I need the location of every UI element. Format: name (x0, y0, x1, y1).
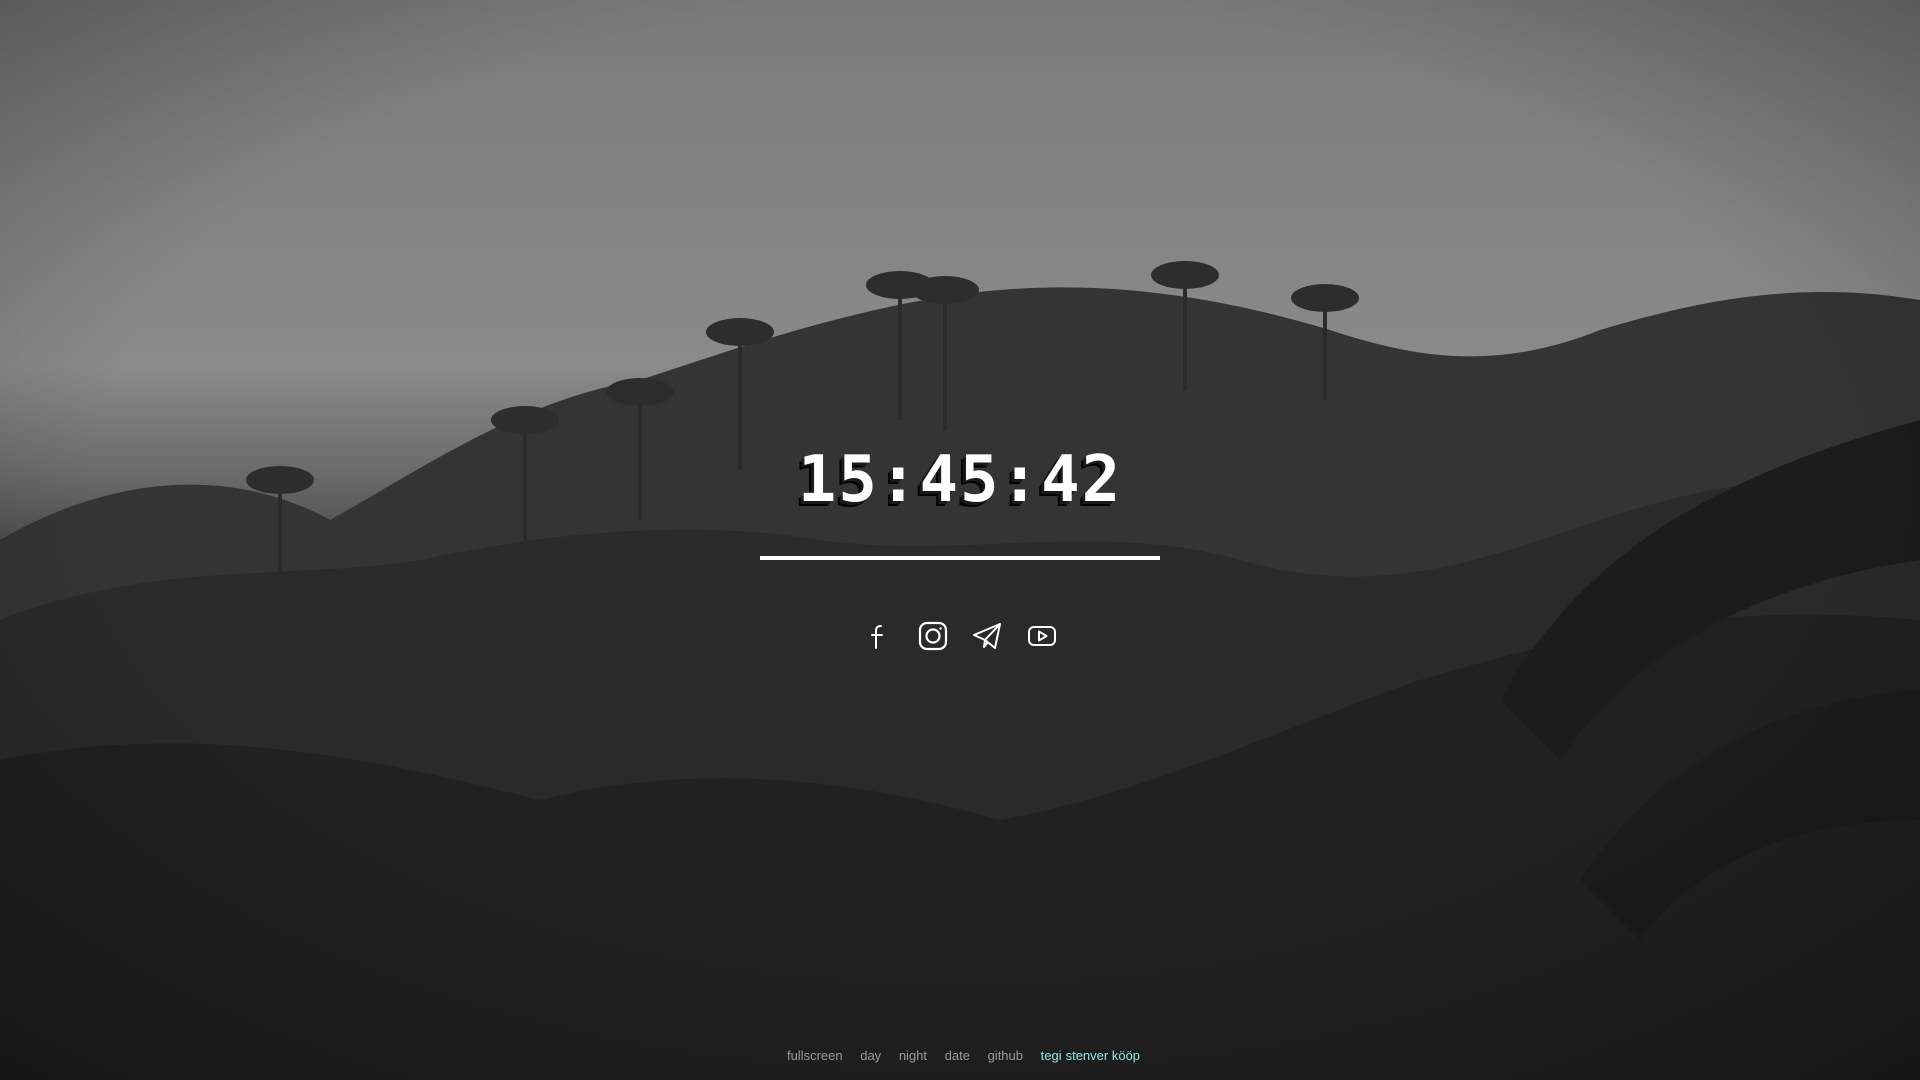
clock-container: 15:45:42 (760, 440, 1160, 520)
footer-nav: fullscreen day night date github tegi ste… (0, 1048, 1920, 1063)
youtube-icon (1027, 626, 1056, 646)
facebook-icon (871, 625, 883, 649)
facebook-link[interactable] (860, 618, 896, 654)
credit: tegi stenver kööp (1041, 1048, 1140, 1063)
clock-time: 15:45:42 (797, 443, 1123, 517)
night-link[interactable]: night (899, 1048, 927, 1063)
jungle-background-image (0, 0, 1920, 1080)
instagram-link[interactable] (915, 618, 951, 654)
telegram-link[interactable] (969, 618, 1005, 654)
credit-author-link[interactable]: stenver kööp (1066, 1048, 1140, 1063)
instagram-icon (918, 621, 947, 651)
clock-page: 15:45:42 fullscreen day night date githu… (0, 0, 1920, 1080)
youtube-link[interactable] (1024, 618, 1060, 654)
date-link[interactable]: date (945, 1048, 970, 1063)
day-link[interactable]: day (860, 1048, 881, 1063)
fullscreen-link[interactable]: fullscreen (787, 1048, 843, 1063)
telegram-icon (973, 623, 1002, 649)
social-links (860, 618, 1060, 654)
clock-divider (760, 556, 1160, 560)
credit-prefix: tegi (1040, 1048, 1062, 1063)
github-link[interactable]: github (988, 1048, 1023, 1063)
